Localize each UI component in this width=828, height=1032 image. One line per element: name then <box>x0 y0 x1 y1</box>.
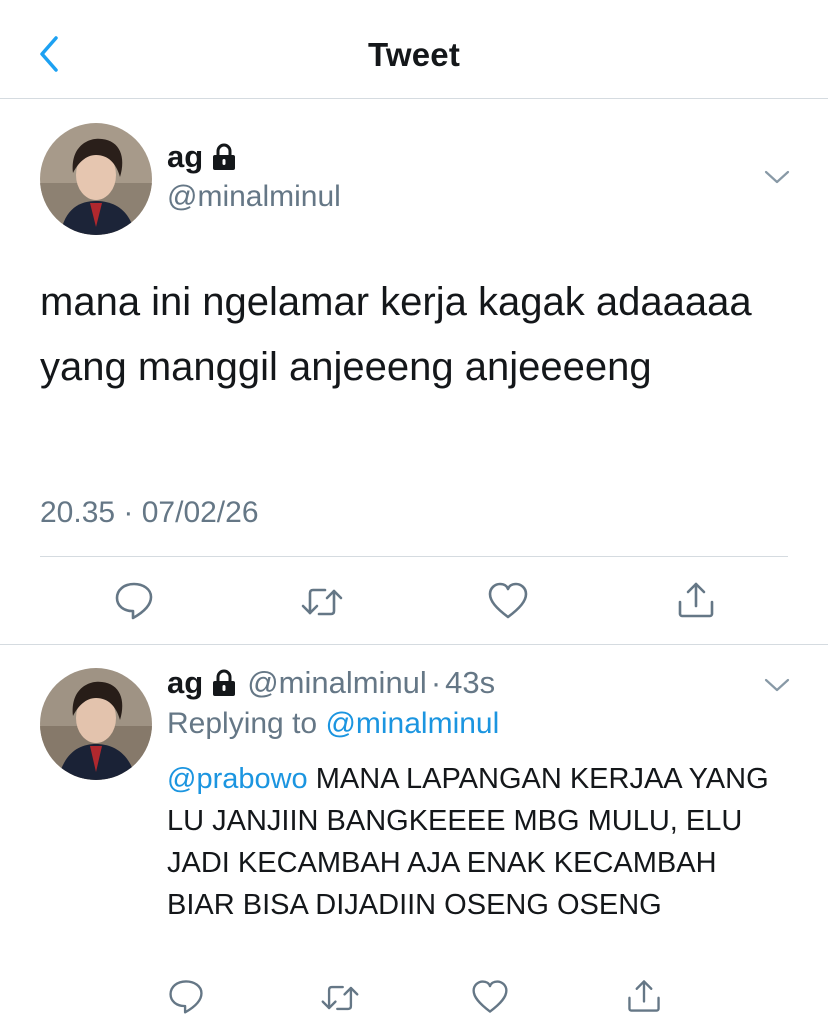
top-bar: Tweet <box>0 0 828 99</box>
retweet-icon <box>301 588 343 616</box>
chevron-down-icon[interactable] <box>763 676 791 694</box>
reply-author-line: ag @minalminul · 43s <box>167 665 495 701</box>
author-name-text: ag <box>167 139 204 174</box>
lock-icon <box>213 143 236 170</box>
like-icon <box>472 980 508 1013</box>
reply-avatar[interactable] <box>40 668 152 780</box>
chevron-down-icon[interactable] <box>763 168 791 186</box>
retweet-icon <box>321 985 359 1011</box>
reply-time[interactable]: 43s <box>445 665 495 701</box>
retweet-button[interactable] <box>320 978 360 1018</box>
reply-author-name[interactable]: ag <box>167 665 203 701</box>
share-button[interactable] <box>674 578 718 622</box>
reply-button[interactable] <box>112 578 156 622</box>
replying-to-label: Replying to <box>167 707 318 740</box>
reply-icon <box>115 582 153 620</box>
like-button[interactable] <box>470 977 510 1017</box>
replying-to-line: Replying to @minalminul <box>167 707 499 741</box>
reply-author-handle[interactable]: @minalminul <box>247 665 427 701</box>
share-icon <box>678 582 714 618</box>
lock-icon <box>213 669 236 696</box>
reply-button[interactable] <box>166 976 206 1016</box>
like-button[interactable] <box>486 579 530 623</box>
tweet-timestamp[interactable]: 20.35 · 07/02/26 <box>40 496 259 530</box>
reply-text: @prabowo MANA LAPANGAN KERJAA YANG LU JA… <box>167 758 787 926</box>
reply-icon <box>169 980 203 1014</box>
mention-link[interactable]: @prabowo <box>167 763 308 795</box>
separator-dot: · <box>430 665 442 700</box>
avatar[interactable] <box>40 123 152 235</box>
divider <box>0 644 828 645</box>
like-icon <box>488 582 528 619</box>
tweet-text: mana ini ngelamar kerja kagak adaaaaa ya… <box>40 280 752 389</box>
retweet-button[interactable] <box>300 580 344 624</box>
divider <box>40 556 788 557</box>
share-icon <box>628 980 660 1012</box>
share-button[interactable] <box>624 976 664 1016</box>
author-name[interactable]: ag <box>167 139 237 175</box>
author-handle[interactable]: @minalminul <box>167 180 341 214</box>
page-title: Tweet <box>367 36 461 73</box>
replying-to-link[interactable]: @minalminul <box>325 707 499 740</box>
